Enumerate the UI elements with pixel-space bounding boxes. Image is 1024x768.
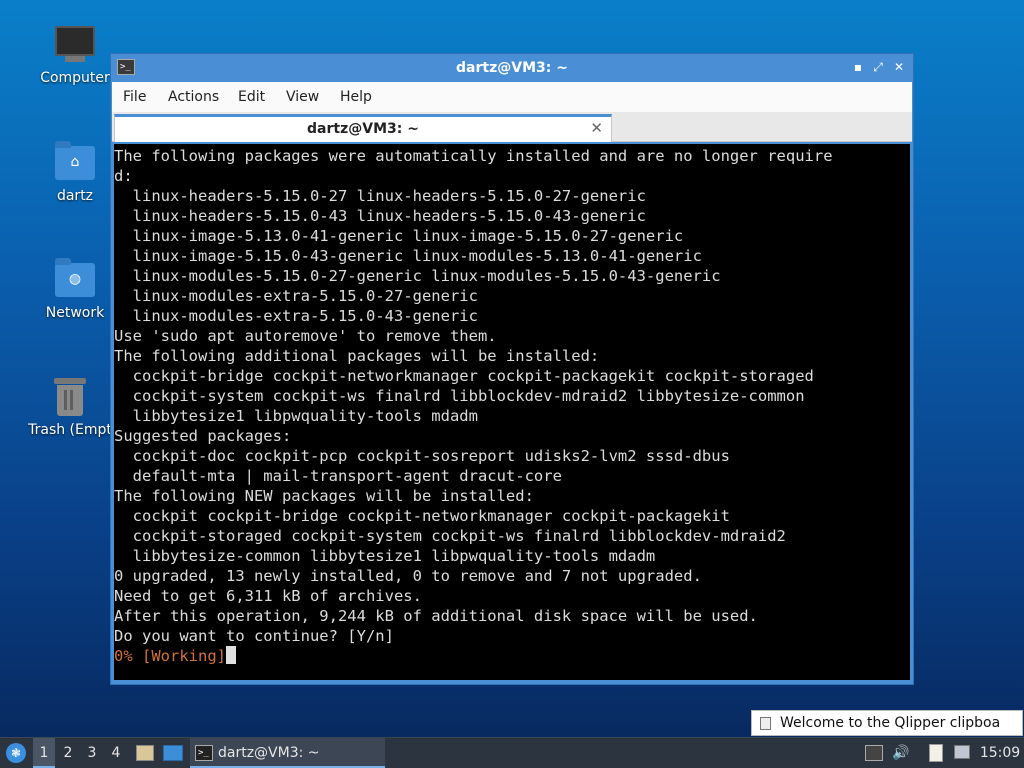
menu-actions[interactable]: Actions [168,89,219,105]
terminal-line: libbytesize-common libbytesize1 libpwqua… [114,547,656,565]
tab-terminal[interactable]: dartz@VM3: ~ ✕ [114,114,612,142]
home-folder-icon: ⌂ [53,140,97,184]
terminal-progress-line: 0% [Working] [114,646,910,666]
close-icon[interactable]: ✕ [890,58,908,76]
taskbar-task-terminal[interactable]: >_ dartz@VM3: ~ [190,738,385,768]
app-menu-button[interactable]: ❃ [4,738,28,768]
terminal-line: Do you want to continue? [Y/n] [114,627,394,645]
terminal-line: The following additional packages will b… [114,347,600,365]
notification-text: Welcome to the Qlipper clipboa [780,715,1001,731]
window-title: dartz@VM3: ~ [456,60,568,76]
terminal-line: linux-image-5.15.0-43-generic linux-modu… [114,247,702,265]
terminal-icon: >_ [195,745,213,761]
clipboard-tray[interactable] [925,738,947,768]
terminal-line: Use 'sudo apt autoremove' to remove them… [114,327,497,345]
desktop-icon-home[interactable]: ⌂ dartz [27,140,123,204]
show-desktop-button[interactable] [160,738,184,768]
terminal-line: The following packages were automaticall… [114,147,833,165]
desktop-icon-label: dartz [56,188,94,204]
clipboard-notification[interactable]: Welcome to the Qlipper clipboa [751,710,1023,736]
terminal-line: Suggested packages: [114,427,292,445]
tab-label: dartz@VM3: ~ [307,121,419,137]
desktop-icon-network[interactable]: ◍ Network [27,257,123,321]
trash-icon [48,374,92,418]
terminal-line: cockpit cockpit-bridge cockpit-networkma… [114,507,730,525]
progress-text: 0% [Working] [114,647,226,665]
tab-close-icon[interactable]: ✕ [590,119,603,137]
menu-help[interactable]: Help [340,89,372,105]
volume-icon: 🔊 [892,745,910,761]
menu-edit[interactable]: Edit [238,89,265,105]
desktop-icon-label: Trash (Empt [28,422,112,438]
network-tray[interactable] [862,738,886,768]
desktop-icon-label: Computer [40,70,110,86]
workspace-3[interactable]: 3 [81,738,103,768]
clock[interactable]: 15:09 [978,738,1022,768]
update-tray[interactable] [951,738,973,768]
terminal-line: d: [114,167,133,185]
terminal-line: linux-modules-extra-5.15.0-27-generic [114,287,478,305]
menu-bar: File Actions Edit View Help [112,82,912,112]
terminal-line: libbytesize1 libpwquality-tools mdadm [114,407,478,425]
workspace-4[interactable]: 4 [105,738,127,768]
workspace-2[interactable]: 2 [57,738,79,768]
desktop-icon [163,745,183,761]
task-label: dartz@VM3: ~ [218,745,320,761]
terminal-cursor [225,646,236,664]
terminal-line: linux-modules-5.15.0-27-generic linux-mo… [114,267,721,285]
menu-view[interactable]: View [286,89,319,105]
window-titlebar[interactable]: >_ dartz@VM3: ~ ▪ ⤢ ✕ [111,54,913,82]
clipboard-icon [760,717,771,730]
terminal-line: linux-headers-5.15.0-27 linux-headers-5.… [114,187,646,205]
network-icon [865,745,883,761]
terminal-line: The following NEW packages will be insta… [114,487,534,505]
terminal-line: linux-headers-5.15.0-43 linux-headers-5.… [114,207,646,225]
network-folder-icon: ◍ [53,257,97,301]
desktop-icon-trash[interactable]: Trash (Empt [27,374,113,438]
file-manager-launcher[interactable] [133,738,157,768]
desktop-icon-computer[interactable]: Computer [27,22,123,86]
desktop-icon-label: Network [45,305,105,321]
drawer-icon [136,745,154,761]
volume-tray[interactable]: 🔊 [890,738,912,768]
menu-file[interactable]: File [123,89,146,105]
terminal-window: >_ dartz@VM3: ~ ▪ ⤢ ✕ File Actions Edit … [110,53,914,685]
minimize-icon[interactable]: ▪ [849,58,867,76]
update-notifier-icon [954,745,970,759]
terminal-line: linux-modules-extra-5.15.0-43-generic [114,307,478,325]
workspace-1[interactable]: 1 [33,738,55,768]
terminal-line: After this operation, 9,244 kB of additi… [114,607,758,625]
terminal-line: cockpit-bridge cockpit-networkmanager co… [114,367,814,385]
terminal-line: cockpit-storaged cockpit-system cockpit-… [114,527,786,545]
tab-bar: dartz@VM3: ~ ✕ [112,112,912,142]
terminal-line: 0 upgraded, 13 newly installed, 0 to rem… [114,567,702,585]
terminal-line: cockpit-system cockpit-ws finalrd libblo… [114,387,805,405]
computer-icon [53,22,97,66]
terminal-line: linux-image-5.13.0-41-generic linux-imag… [114,227,684,245]
taskbar: ❃ 1 2 3 4 >_ dartz@VM3: ~ 🔊 15:09 [0,737,1024,768]
terminal-line: default-mta | mail-transport-agent dracu… [114,467,562,485]
maximize-icon[interactable]: ⤢ [869,58,887,76]
terminal-output[interactable]: The following packages were automaticall… [114,144,910,680]
clipboard-tray-icon [929,744,943,762]
terminal-line: Need to get 6,311 kB of archives. [114,587,422,605]
terminal-line: cockpit-doc cockpit-pcp cockpit-sosrepor… [114,447,730,465]
whisker-menu-icon: ❃ [6,743,26,763]
